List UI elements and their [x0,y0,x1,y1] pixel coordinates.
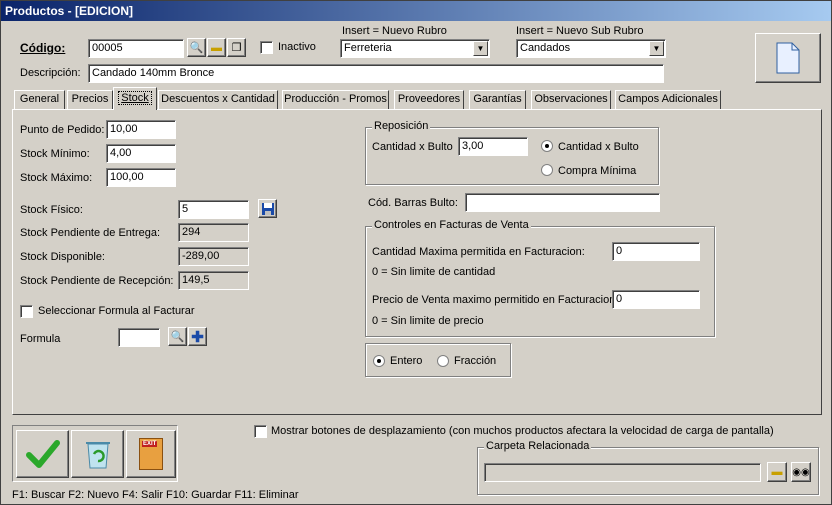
precio-max-label: Precio de Venta maximo permitido en Fact… [372,294,619,306]
tab-campos-adicionales[interactable]: Campos Adicionales [615,90,721,109]
chevron-down-icon[interactable]: ▼ [473,41,488,56]
find-button[interactable]: ◉◉ [791,462,811,482]
formula-input[interactable] [118,328,160,347]
seleccionar-formula-label: Seleccionar Formula al Facturar [38,305,195,317]
productos-window: Productos - [EDICION] Código: 00005 🔍 ▬ … [0,0,832,505]
descripcion-input[interactable]: Candado 140mm Bronce [88,64,664,83]
controles-caption: Controles en Facturas de Venta [372,219,531,231]
copy-icon: ❐ [231,42,242,54]
pend-recepcion-value: 149,5 [178,271,249,290]
delete-button[interactable] [71,430,124,478]
new-document-button[interactable] [755,33,821,83]
pend-entrega-value: 294 [178,223,249,242]
carpeta-caption: Carpeta Relacionada [484,440,592,452]
magnifier-icon: 🔍 [189,42,204,54]
tab-stock[interactable]: Stock [113,87,157,110]
exit-sign-text: EXIT [142,441,158,447]
radio-fraccion-label: Fracción [454,355,497,367]
formula-label: Formula [20,333,61,345]
search-formula-button[interactable]: 🔍 [168,327,187,346]
stock-maximo-input[interactable]: 100,00 [106,168,176,187]
cant-bulto-label: Cantidad x Bulto [372,141,453,153]
cant-note: 0 = Sin limite de cantidad [372,266,496,278]
codigo-label: Código: [20,41,66,55]
magnifier-icon: 🔍 [170,331,185,343]
stock-minimo-input[interactable]: 4,00 [106,144,176,163]
carpeta-input [484,463,761,482]
cod-barras-input[interactable] [465,193,660,212]
radio-entero-label: Entero [390,355,423,367]
plus-icon: ✚ [191,328,204,346]
tab-stock-label: Stock [118,91,152,105]
punto-pedido-input[interactable]: 10,00 [106,120,176,139]
subrubro-select[interactable]: Candados ▼ [516,39,666,58]
radio-compra-minima-label: Compra Mínima [558,165,637,177]
exit-door-icon: EXIT [139,438,163,470]
inactivo-checkbox[interactable] [260,41,273,54]
pend-entrega-label: Stock Pendiente de Entrega: [20,227,161,239]
exit-button[interactable]: EXIT [126,430,176,478]
folder-icon: ▬ [211,41,222,54]
subrubro-caption: Insert = Nuevo Sub Rubro [516,25,644,37]
window-title: Productos - [EDICION] [1,1,831,21]
stock-fisico-input[interactable]: 5 [178,200,249,219]
tab-precios[interactable]: Precios [67,90,113,109]
cant-max-label: Cantidad Maxima permitida en Facturacion… [372,246,585,258]
save-stock-button[interactable] [258,199,277,218]
radio-entero[interactable] [373,355,385,367]
pend-recepcion-label: Stock Pendiente de Recepción: [20,275,174,287]
cod-barras-label: Cód. Barras Bulto: [368,197,458,209]
radio-fraccion[interactable] [437,355,449,367]
rubro-select[interactable]: Ferreteria ▼ [340,39,490,58]
floppy-disk-icon [261,202,274,215]
open-folder-button[interactable]: ▬ [767,462,787,482]
mostrar-botones-label: Mostrar botones de desplazamiento (con m… [271,425,774,437]
shortcuts-text: F1: Buscar F2: Nuevo F4: Salir F10: Guar… [12,489,299,501]
save-button[interactable] [16,430,69,478]
seleccionar-formula-checkbox[interactable] [20,305,33,318]
cant-max-input[interactable]: 0 [612,242,700,261]
checkmark-icon [25,440,60,468]
punto-pedido-label: Punto de Pedido: [20,124,105,136]
tab-general[interactable]: General [14,90,65,109]
precio-max-input[interactable]: 0 [612,290,700,309]
disponible-value: -289,00 [178,247,249,266]
cant-bulto-input[interactable]: 3,00 [458,137,528,156]
stock-minimo-label: Stock Mínimo: [20,148,90,160]
tab-descuentos[interactable]: Descuentos x Cantidad [158,90,278,109]
chevron-down-icon[interactable]: ▼ [649,41,664,56]
tab-produccion[interactable]: Producción - Promos [282,90,389,109]
disponible-label: Stock Disponible: [20,251,105,263]
rubro-value: Ferreteria [344,42,392,54]
rubro-caption: Insert = Nuevo Rubro [342,25,447,37]
radio-cant-bulto-label: Cantidad x Bulto [558,141,639,153]
codigo-input[interactable]: 00005 [88,39,184,58]
inactivo-label: Inactivo [278,41,316,53]
folder-icon: ▬ [771,466,783,478]
subrubro-value: Candados [520,42,571,54]
stock-fisico-label: Stock Físico: [20,204,83,216]
descripcion-label: Descripción: [20,67,81,79]
tab-observaciones[interactable]: Observaciones [531,90,611,109]
tab-proveedores[interactable]: Proveedores [394,90,464,109]
radio-cant-bulto[interactable] [541,140,553,152]
open-button[interactable]: ▬ [207,38,226,57]
recycle-bin-icon [85,442,110,469]
tab-garantias[interactable]: Garantías [469,90,526,109]
search-codigo-button[interactable]: 🔍 [187,38,206,57]
mostrar-botones-checkbox[interactable] [254,425,267,438]
binoculars-icon: ◉◉ [792,466,810,478]
add-formula-button[interactable]: ✚ [188,327,207,346]
document-icon [776,42,800,74]
reposicion-caption: Reposición [372,120,431,132]
radio-compra-minima[interactable] [541,164,553,176]
stock-maximo-label: Stock Máximo: [20,172,93,184]
copy-button[interactable]: ❐ [227,38,246,57]
precio-note: 0 = Sin limite de precio [372,315,484,327]
